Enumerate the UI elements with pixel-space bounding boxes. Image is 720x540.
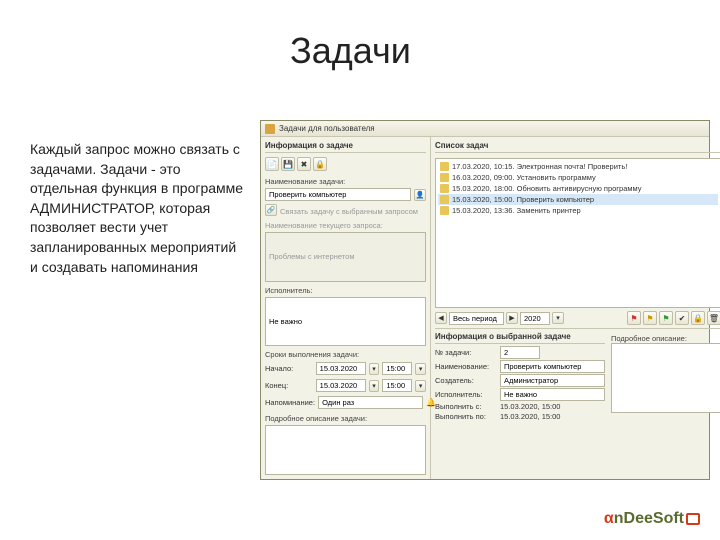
new-task-button[interactable]: 📄 [265,157,279,171]
task-row[interactable]: 17.03.2020, 10:15. Электронная почта! Пр… [438,161,718,172]
user-pick-button[interactable]: 👤 [414,189,426,201]
logo-alpha: α [604,510,614,527]
end-label: Конец: [265,381,313,390]
titlebar: Задачи для пользователя [261,121,709,137]
task-text: 15.03.2020, 15:00. Проверить компьютер [452,195,594,204]
task-icon [440,173,449,182]
task-icon [440,162,449,171]
app-window: Задачи для пользователя Информация о зад… [260,120,710,480]
task-icon [440,206,449,215]
task-list-header: Список задач [435,141,720,153]
task-row[interactable]: 16.03.2020, 09:00. Установить программу [438,172,718,183]
task-name-input[interactable] [265,188,411,201]
next-period-button[interactable]: ▶ [506,312,518,324]
cancel-button[interactable]: ✖ [297,157,311,171]
to-label: Выполнить по: [435,412,497,421]
end-date-input[interactable] [316,379,366,392]
save-task-button[interactable]: 💾 [281,157,295,171]
end-date-picker[interactable]: ▾ [369,380,380,392]
task-text: 15.03.2020, 13:36. Заменить принтер [452,206,581,215]
executor-input[interactable] [265,297,426,347]
logo-text: nDeeSoft [614,510,684,527]
year-input[interactable] [520,312,550,325]
logo: αnDeeSoft [604,510,700,528]
complete-button[interactable]: ✔ [675,311,689,325]
desc-textarea[interactable] [265,425,426,475]
task-icon [440,184,449,193]
reminder-label: Напоминание: [265,398,315,407]
start-date-picker[interactable]: ▾ [369,363,380,375]
creator-label: Создатель: [435,376,497,385]
flag-yellow-button[interactable]: ⚑ [643,311,657,325]
info-executor-label: Исполнитель: [435,390,497,399]
prev-period-button[interactable]: ◀ [435,312,447,324]
period-select[interactable] [449,312,504,325]
task-text: 17.03.2020, 10:15. Электронная почта! Пр… [452,162,627,171]
link-icon[interactable]: 🔗 [265,204,277,216]
info-executor-value [500,388,605,401]
task-row[interactable]: 15.03.2020, 13:36. Заменить принтер [438,205,718,216]
flag-red-button[interactable]: ⚑ [627,311,641,325]
link-request-label: Связать задачу с выбранным запросом [280,207,418,216]
slide-title: Задачи [290,30,411,72]
lock-button[interactable]: 🔒 [313,157,327,171]
task-text: 16.03.2020, 09:00. Установить программу [452,173,596,182]
task-list[interactable]: 17.03.2020, 10:15. Электронная почта! Пр… [435,158,720,308]
reminder-select[interactable] [318,396,423,409]
selected-info-header: Информация о выбранной задаче [435,332,605,344]
logo-icon [686,513,700,525]
deadline-label: Сроки выполнения задачи: [265,350,426,359]
selected-task-info: Информация о выбранной задаче № задачи: … [435,328,720,422]
creator-value [500,374,605,387]
end-time-input[interactable] [382,379,412,392]
task-row-selected[interactable]: 15.03.2020, 15:00. Проверить компьютер [438,194,718,205]
info-desc-box [611,343,720,413]
start-date-input[interactable] [316,362,366,375]
info-name-value [500,360,605,373]
year-stepper[interactable]: ▾ [552,312,564,324]
desc-label: Подробное описание задачи: [265,414,426,423]
window-title: Задачи для пользователя [279,124,375,133]
flag-green-button[interactable]: ⚑ [659,311,673,325]
task-text: 15.03.2020, 18:00. Обновить антивирусную… [452,184,642,193]
num-label: № задачи: [435,348,497,357]
num-value [500,346,540,359]
info-desc-label: Подробное описание: [611,334,720,343]
from-label: Выполнить с: [435,402,497,411]
start-time-stepper[interactable]: ▾ [415,363,426,375]
executor-label: Исполнитель: [265,286,426,295]
lock-task-button[interactable]: 🔒 [691,311,705,325]
task-list-panel: Список задач 17.03.2020, 10:15. Электрон… [431,137,720,479]
to-value: 15.03.2020, 15:00 [500,412,605,421]
from-value: 15.03.2020, 15:00 [500,402,605,411]
task-icon [440,195,449,204]
slide-description: Каждый запрос можно связать с задачами. … [30,140,245,277]
start-time-input[interactable] [382,362,412,375]
end-time-stepper[interactable]: ▾ [415,380,426,392]
task-info-panel: Информация о задаче 📄 💾 ✖ 🔒 Наименование… [261,137,431,479]
task-toolbar: 📄 💾 ✖ 🔒 [265,157,426,171]
current-request-label: Наименование текущего запроса: [265,221,426,230]
delete-task-button[interactable]: 🗑 [707,311,720,325]
info-name-label: Наименование: [435,362,497,371]
task-row[interactable]: 15.03.2020, 18:00. Обновить антивирусную… [438,183,718,194]
current-request-input [265,232,426,282]
start-label: Начало: [265,364,313,373]
task-name-label: Наименование задачи: [265,177,426,186]
task-info-header: Информация о задаче [265,141,426,153]
app-icon [265,124,275,134]
